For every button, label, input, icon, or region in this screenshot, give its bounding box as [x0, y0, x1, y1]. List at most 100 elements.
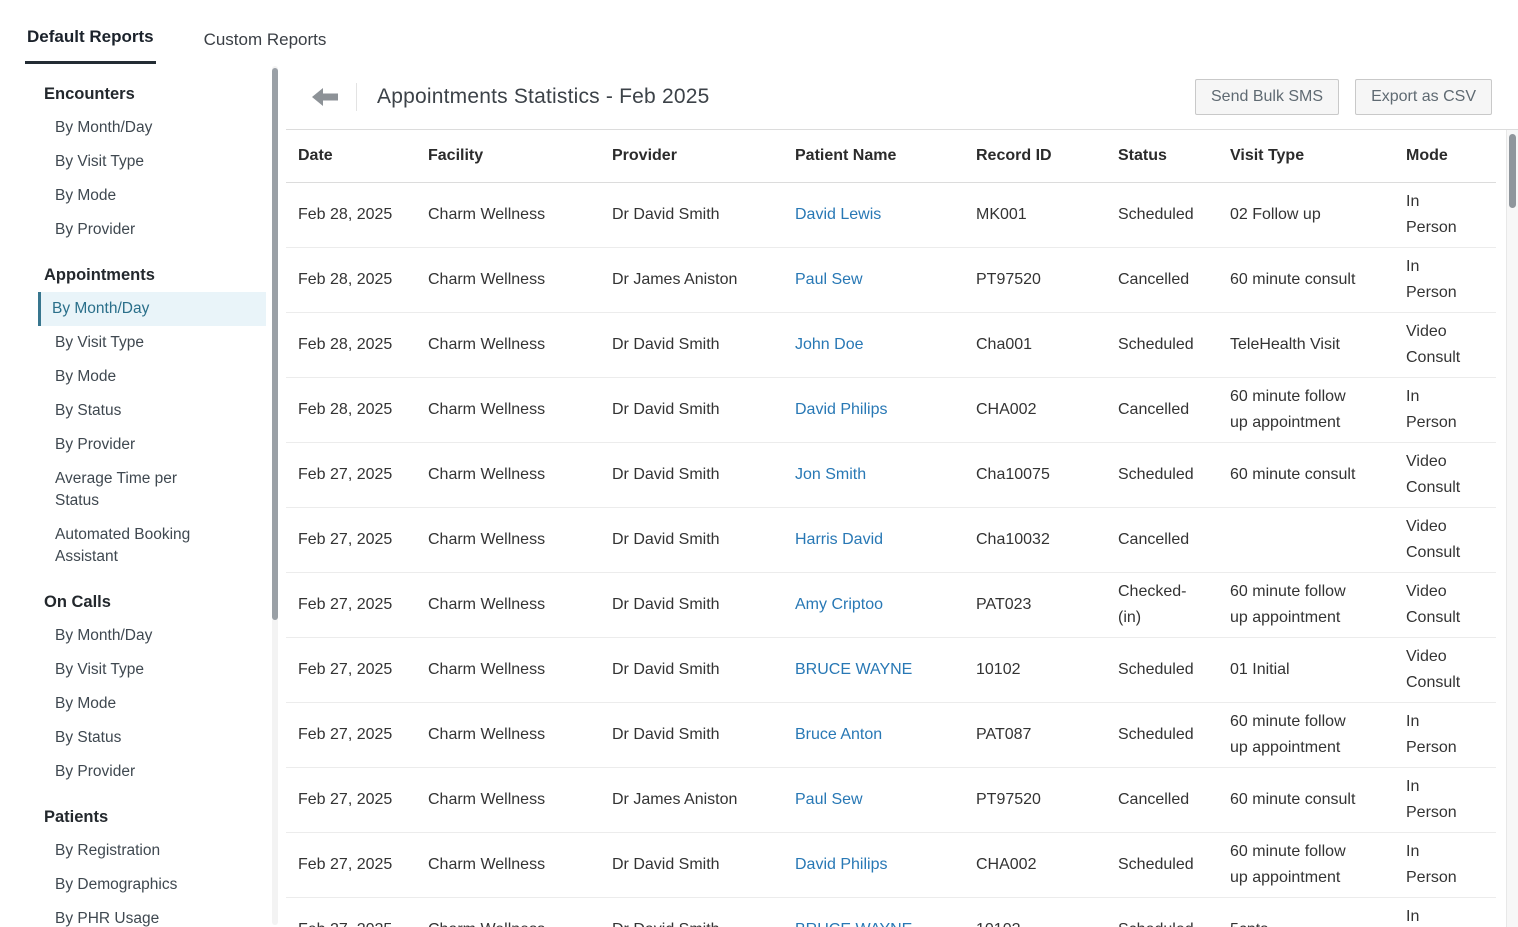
table-header-row: DateFacilityProviderPatient NameRecord I…: [286, 130, 1496, 182]
sidebar-item-by-status[interactable]: By Status: [38, 721, 266, 755]
table-row: Feb 27, 2025Charm WellnessDr David Smith…: [286, 572, 1496, 637]
cell-visit_type: 60 minute follow up appointment: [1222, 377, 1398, 442]
sidebar-item-by-month-day[interactable]: By Month/Day: [38, 619, 266, 653]
sidebar-item-by-demographics[interactable]: By Demographics: [38, 868, 266, 902]
sidebar-item-by-status[interactable]: By Status: [38, 394, 266, 428]
cell-status: Cancelled: [1110, 377, 1222, 442]
cell-patient: David Philips: [787, 832, 968, 897]
send-bulk-sms-button[interactable]: Send Bulk SMS: [1195, 79, 1339, 115]
tab-custom-reports[interactable]: Custom Reports: [202, 12, 329, 64]
sidebar-item-by-provider[interactable]: By Provider: [38, 213, 266, 247]
patient-link[interactable]: John Doe: [795, 336, 864, 353]
sidebar-item-by-registration[interactable]: By Registration: [38, 834, 266, 868]
cell-status: Cancelled: [1110, 767, 1222, 832]
cell-record_id: 10102: [968, 897, 1110, 927]
patient-link[interactable]: Paul Sew: [795, 791, 863, 808]
column-header-date: Date: [286, 130, 420, 182]
table-body: Feb 28, 2025Charm WellnessDr David Smith…: [286, 182, 1496, 927]
patient-link[interactable]: David Philips: [795, 401, 887, 418]
cell-date: Feb 28, 2025: [286, 312, 420, 377]
cell-provider: Dr David Smith: [604, 507, 787, 572]
cell-patient: BRUCE WAYNE: [787, 637, 968, 702]
cell-status: Cancelled: [1110, 247, 1222, 312]
sidebar-item-by-provider[interactable]: By Provider: [38, 428, 266, 462]
appointments-table: DateFacilityProviderPatient NameRecord I…: [286, 130, 1496, 927]
column-header-status: Status: [1110, 130, 1222, 182]
sidebar-item-by-visit-type[interactable]: By Visit Type: [38, 653, 266, 687]
patient-link[interactable]: BRUCE WAYNE: [795, 921, 912, 927]
cell-provider: Dr David Smith: [604, 897, 787, 927]
cell-patient: Jon Smith: [787, 442, 968, 507]
cell-patient: David Lewis: [787, 182, 968, 247]
cell-facility: Charm Wellness: [420, 312, 604, 377]
column-header-record-id: Record ID: [968, 130, 1110, 182]
table-row: Feb 28, 2025Charm WellnessDr David Smith…: [286, 312, 1496, 377]
cell-date: Feb 27, 2025: [286, 767, 420, 832]
cell-status: Scheduled: [1110, 312, 1222, 377]
back-arrow-icon[interactable]: [312, 87, 340, 107]
sidebar-scrollbar[interactable]: [272, 66, 278, 925]
cell-date: Feb 28, 2025: [286, 247, 420, 312]
cell-provider: Dr David Smith: [604, 832, 787, 897]
cell-mode: In Person: [1398, 247, 1496, 312]
table-row: Feb 28, 2025Charm WellnessDr David Smith…: [286, 182, 1496, 247]
sidebar-scrollbar-thumb[interactable]: [272, 68, 278, 620]
column-header-patient-name: Patient Name: [787, 130, 968, 182]
patient-link[interactable]: Bruce Anton: [795, 726, 882, 743]
report-header: Appointments Statistics - Feb 2025 Send …: [286, 64, 1518, 130]
table-row: Feb 27, 2025Charm WellnessDr David Smith…: [286, 442, 1496, 507]
header-buttons: Send Bulk SMS Export as CSV: [1195, 79, 1492, 115]
cell-status: Scheduled: [1110, 182, 1222, 247]
cell-mode: Video Consult: [1398, 637, 1496, 702]
patient-link[interactable]: David Philips: [795, 856, 887, 873]
cell-patient: Harris David: [787, 507, 968, 572]
patient-link[interactable]: David Lewis: [795, 206, 881, 223]
sidebar-item-automated-booking-assistant[interactable]: Automated Booking Assistant: [38, 518, 266, 574]
cell-mode: In Person: [1398, 767, 1496, 832]
cell-record_id: PAT087: [968, 702, 1110, 767]
cell-facility: Charm Wellness: [420, 442, 604, 507]
cell-mode: In Person: [1398, 377, 1496, 442]
table-row: Feb 28, 2025Charm WellnessDr James Anist…: [286, 247, 1496, 312]
table-scrollbar[interactable]: [1506, 130, 1518, 927]
sidebar-item-by-visit-type[interactable]: By Visit Type: [38, 145, 266, 179]
cell-visit_type: TeleHealth Visit: [1222, 312, 1398, 377]
sidebar-item-by-month-day[interactable]: By Month/Day: [38, 111, 266, 145]
cell-provider: Dr David Smith: [604, 442, 787, 507]
cell-visit_type: 5cpts: [1222, 897, 1398, 927]
sidebar-item-by-month-day[interactable]: By Month/Day: [38, 292, 266, 326]
cell-mode: Video Consult: [1398, 572, 1496, 637]
patient-link[interactable]: Amy Criptoo: [795, 596, 883, 613]
cell-record_id: Cha001: [968, 312, 1110, 377]
cell-record_id: 10102: [968, 637, 1110, 702]
sidebar-item-by-visit-type[interactable]: By Visit Type: [38, 326, 266, 360]
back-arrow-glyph: [312, 88, 338, 106]
cell-facility: Charm Wellness: [420, 637, 604, 702]
patient-link[interactable]: BRUCE WAYNE: [795, 661, 912, 678]
cell-record_id: MK001: [968, 182, 1110, 247]
report-main-panel: Appointments Statistics - Feb 2025 Send …: [286, 64, 1518, 927]
header-divider: [356, 83, 357, 111]
cell-status: Scheduled: [1110, 897, 1222, 927]
cell-status: Scheduled: [1110, 702, 1222, 767]
sidebar-section-appointments: Appointments: [24, 257, 278, 292]
sidebar-item-by-mode[interactable]: By Mode: [38, 179, 266, 213]
cell-date: Feb 27, 2025: [286, 442, 420, 507]
table-scrollbar-thumb[interactable]: [1509, 134, 1516, 208]
sidebar-item-average-time-per-status[interactable]: Average Time per Status: [38, 462, 266, 518]
sidebar-item-by-provider[interactable]: By Provider: [38, 755, 266, 789]
page-title: Appointments Statistics - Feb 2025: [377, 85, 709, 109]
table-row: Feb 28, 2025Charm WellnessDr David Smith…: [286, 377, 1496, 442]
cell-visit_type: 60 minute follow up appointment: [1222, 702, 1398, 767]
sidebar-section-encounters: Encounters: [24, 76, 278, 111]
patient-link[interactable]: Harris David: [795, 531, 883, 548]
patient-link[interactable]: Jon Smith: [795, 466, 866, 483]
export-as-csv-button[interactable]: Export as CSV: [1355, 79, 1492, 115]
table-row: Feb 27, 2025Charm WellnessDr David Smith…: [286, 507, 1496, 572]
sidebar-item-by-mode[interactable]: By Mode: [38, 687, 266, 721]
patient-link[interactable]: Paul Sew: [795, 271, 863, 288]
tab-default-reports[interactable]: Default Reports: [25, 9, 156, 64]
sidebar-item-by-phr-usage[interactable]: By PHR Usage: [38, 902, 266, 927]
sidebar-item-by-mode[interactable]: By Mode: [38, 360, 266, 394]
cell-visit_type: [1222, 507, 1398, 572]
